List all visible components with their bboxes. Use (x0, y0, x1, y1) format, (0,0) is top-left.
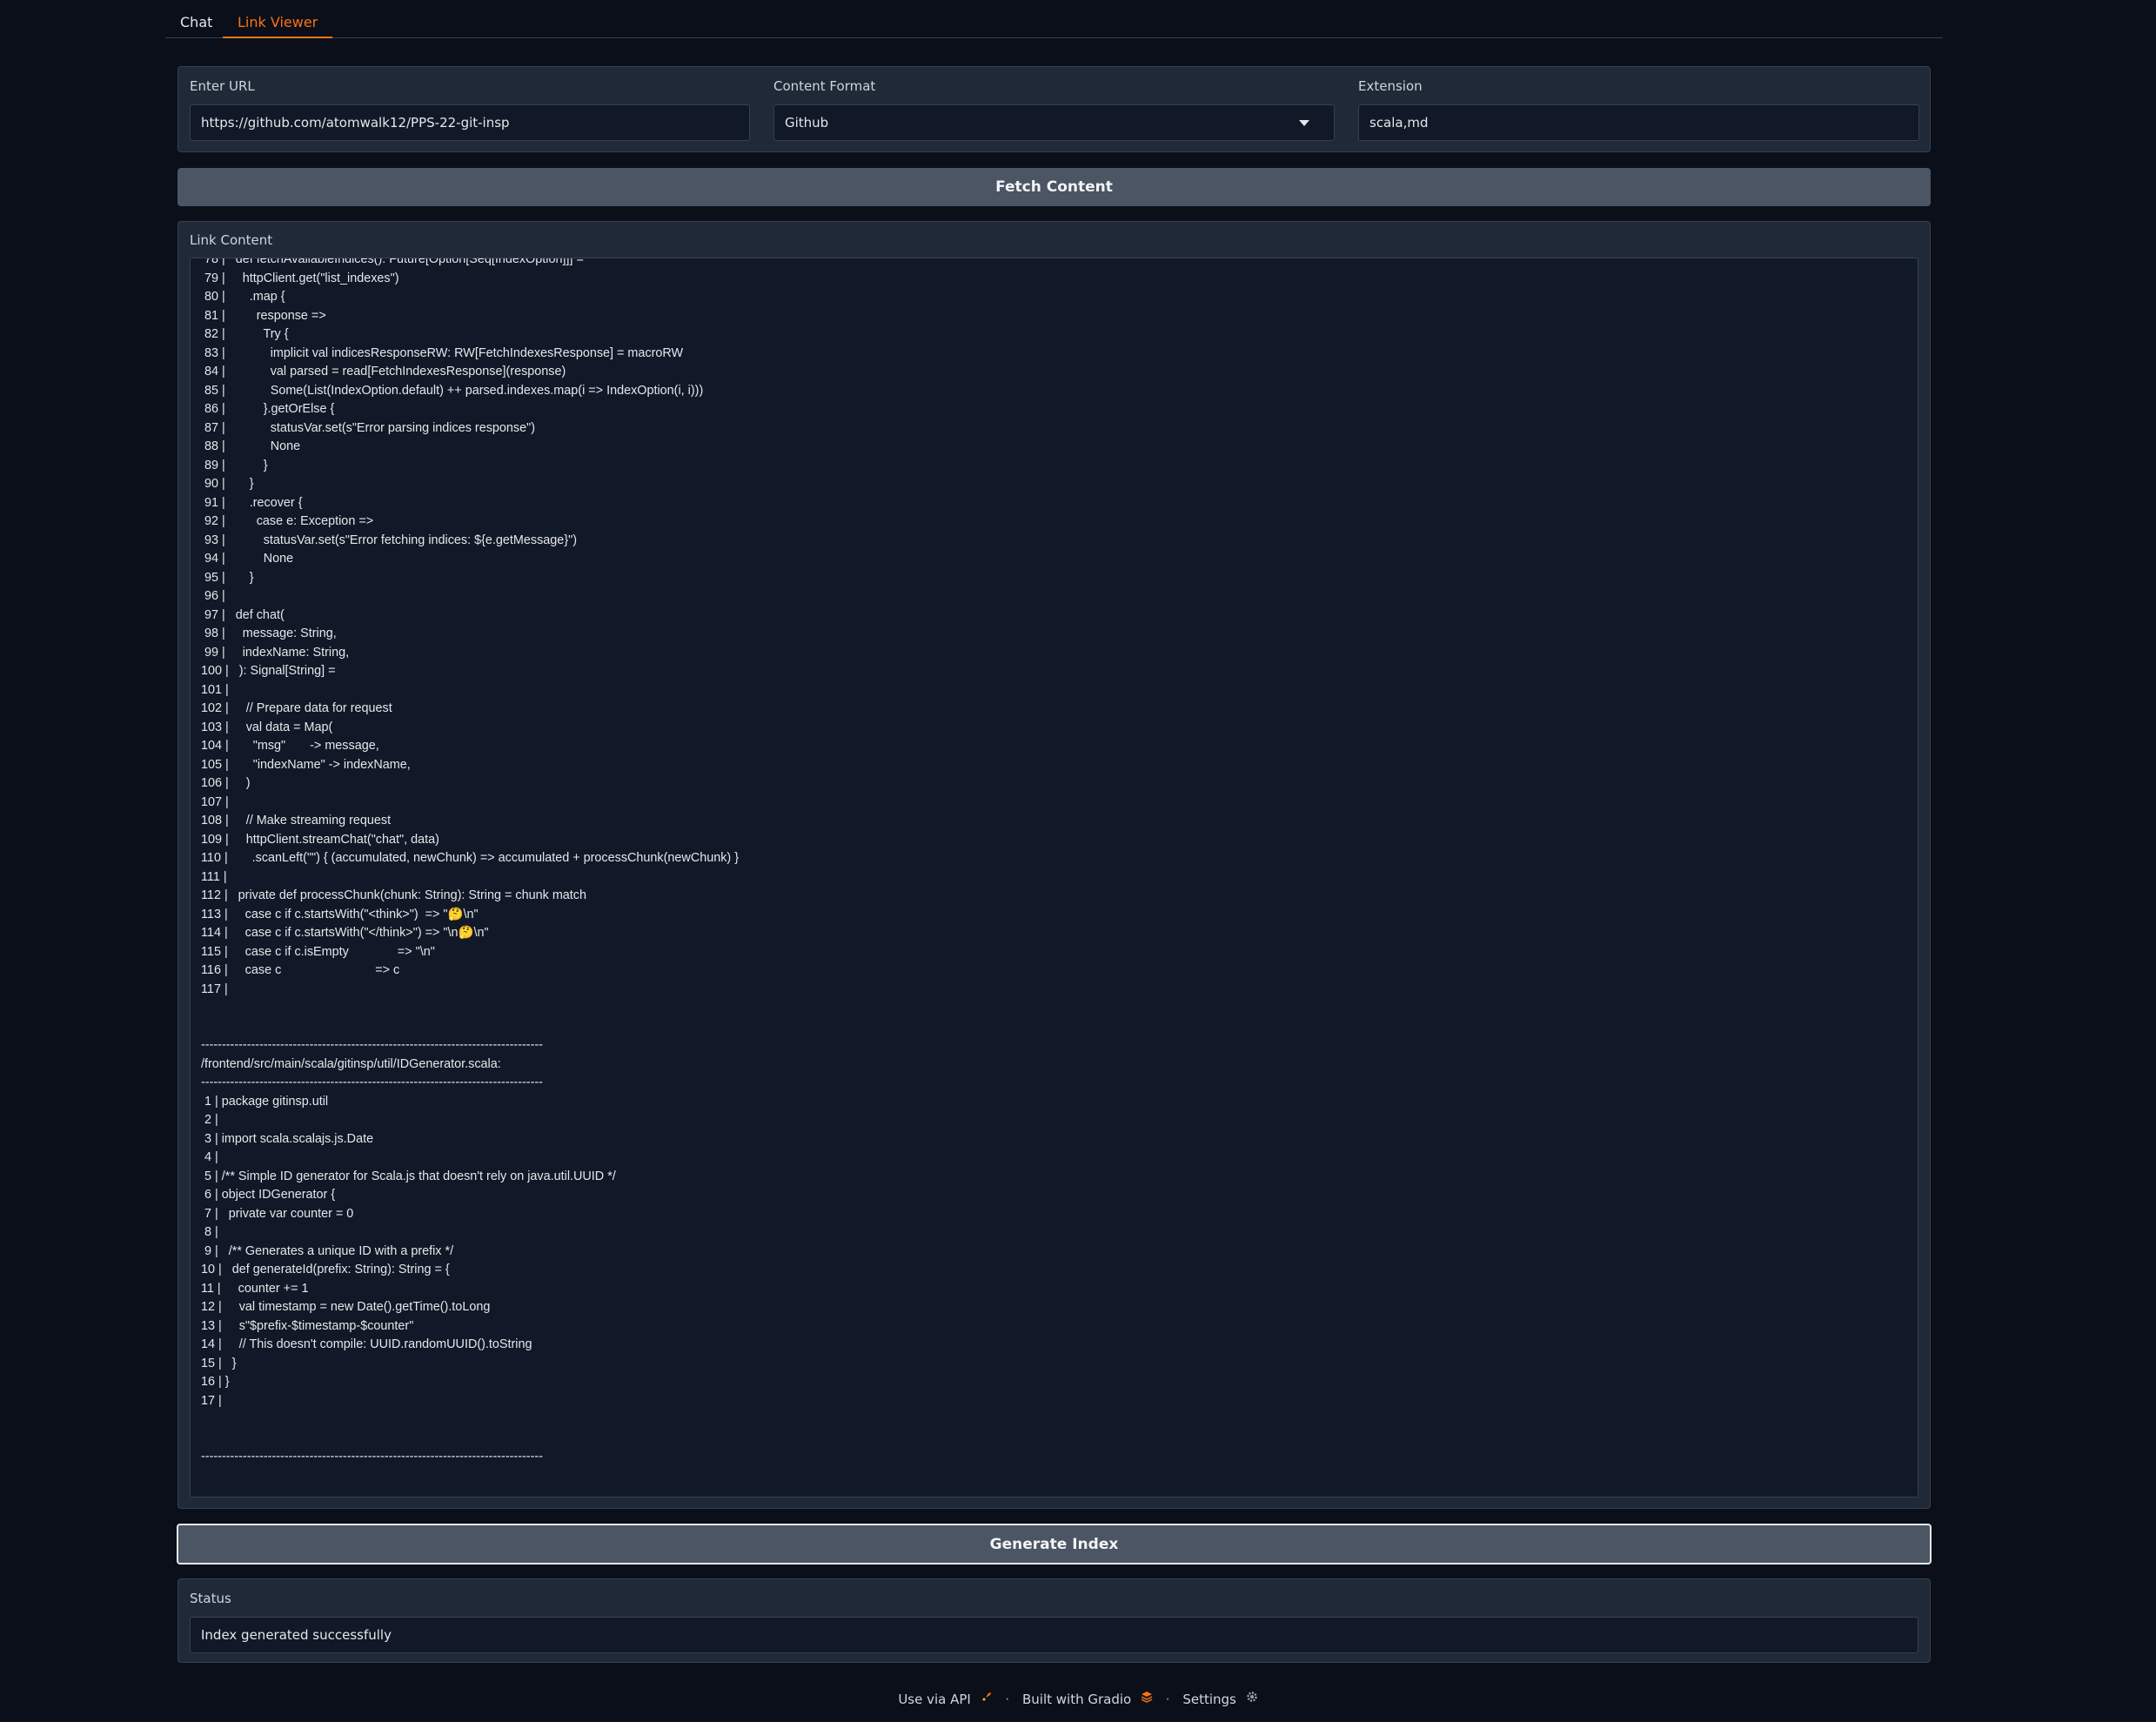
code-line: 114 | case c if c.startsWith("</think>")… (201, 926, 489, 940)
built-with-gradio-link[interactable]: Built with Gradio (1022, 1691, 1153, 1707)
code-line: ----------------------------------------… (201, 1075, 543, 1089)
code-line: 102 | // Prepare data for request (201, 701, 392, 715)
input-row-panel: Enter URL https://github.com/atomwalk12/… (177, 66, 1931, 152)
code-line: 103 | val data = Map( (201, 720, 333, 734)
link-content-textarea[interactable]: 78 | def fetchAvailableIndices(): Future… (190, 258, 1918, 1498)
code-line: ----------------------------------------… (201, 1450, 543, 1464)
code-line: 90 | } (201, 477, 254, 491)
code-line: 84 | val parsed = read[FetchIndexesRespo… (201, 365, 566, 379)
code-line: 105 | "indexName" -> indexName, (201, 757, 411, 772)
tab-bar: Chat Link Viewer (165, 0, 1943, 38)
chevron-down-icon (1299, 120, 1309, 126)
code-line: 10 | def generateId(prefix: String): Str… (201, 1263, 450, 1276)
use-via-api-link[interactable]: Use via API (898, 1691, 992, 1707)
code-line: 91 | .recover { (201, 495, 303, 510)
generate-index-button[interactable]: Generate Index (177, 1524, 1932, 1565)
tab-link-viewer[interactable]: Link Viewer (223, 14, 333, 38)
code-line: 9 | /** Generates a unique ID with a pre… (201, 1243, 454, 1258)
code-line: 79 | httpClient.get("list_indexes") (201, 271, 399, 285)
use-via-api-label: Use via API (898, 1691, 971, 1707)
code-line: 82 | Try { (201, 327, 289, 341)
code-line: 88 | None (201, 439, 301, 453)
settings-link[interactable]: Settings (1182, 1691, 1257, 1707)
code-line: 8 | (201, 1225, 218, 1239)
footer: Use via API · Built with Gradio · Settin… (0, 1691, 2156, 1707)
code-line: 115 | case c if c.isEmpty => "\n" (201, 944, 435, 959)
extension-label: Extension (1358, 78, 1423, 94)
status-output: Index generated successfully (190, 1617, 1918, 1653)
code-line: 116 | case c => c (201, 963, 400, 977)
fetch-content-button[interactable]: Fetch Content (177, 168, 1931, 206)
footer-separator: · (1165, 1691, 1170, 1707)
code-line: ----------------------------------------… (201, 1038, 543, 1052)
settings-label: Settings (1182, 1691, 1236, 1707)
code-line: 101 | (201, 682, 229, 697)
code-lines: 78 | def fetchAvailableIndices(): Future… (201, 258, 739, 1467)
code-line: 98 | message: String, (201, 626, 337, 640)
code-line: 80 | .map { (201, 290, 285, 304)
code-line: 4 | (201, 1150, 218, 1164)
code-line: 16 | } (201, 1375, 230, 1389)
code-line: 1 | package gitinsp.util (201, 1094, 329, 1109)
code-line: 104 | "msg" -> message, (201, 739, 379, 753)
code-line: 87 | statusVar.set(s"Error parsing indic… (201, 420, 535, 435)
code-line: 109 | httpClient.streamChat("chat", data… (201, 832, 439, 847)
gradio-logo-icon (1141, 1692, 1153, 1704)
gear-icon (1246, 1692, 1257, 1702)
code-line: 99 | indexName: String, (201, 645, 350, 660)
format-dropdown[interactable]: Github (773, 104, 1335, 141)
code-line: 7 | private var counter = 0 (201, 1206, 354, 1221)
code-line: 78 | def fetchAvailableIndices(): Future… (201, 258, 584, 266)
status-label: Status (190, 1591, 231, 1606)
footer-separator: · (1005, 1691, 1010, 1707)
code-line: 89 | } (201, 458, 268, 472)
format-selected-value: Github (785, 115, 829, 131)
code-line: 81 | response => (201, 308, 326, 323)
code-line: 107 | (201, 794, 229, 809)
tab-chat[interactable]: Chat (165, 14, 227, 38)
code-line: 17 | (201, 1393, 222, 1408)
code-line: 6 | object IDGenerator { (201, 1188, 336, 1202)
code-line: 3 | import scala.scalajs.js.Date (201, 1131, 374, 1146)
code-line: 113 | case c if c.startsWith("<think>") … (201, 907, 479, 921)
status-panel: Status Index generated successfully (177, 1578, 1931, 1663)
code-line: 12 | val timestamp = new Date().getTime(… (201, 1300, 491, 1314)
code-line: 5 | /** Simple ID generator for Scala.js… (201, 1169, 616, 1183)
code-line: 106 | ) (201, 776, 251, 790)
url-input[interactable]: https://github.com/atomwalk12/PPS-22-git… (190, 104, 750, 141)
code-line: 11 | counter += 1 (201, 1281, 309, 1296)
code-line: 13 | s"$prefix-$timestamp-$counter" (201, 1318, 414, 1333)
code-line: 96 | (201, 589, 225, 603)
code-line: 108 | // Make streaming request (201, 814, 392, 827)
code-line: 111 | (201, 869, 227, 884)
extension-input[interactable]: scala,md (1358, 104, 1919, 141)
code-line: 112 | private def processChunk(chunk: St… (201, 888, 587, 902)
url-label: Enter URL (190, 78, 255, 94)
code-line: 94 | None (201, 552, 294, 566)
code-line: 97 | def chat( (201, 607, 285, 622)
code-line: 110 | .scanLeft("") { (accumulated, newC… (201, 851, 740, 865)
code-line: 86 | }.getOrElse { (201, 402, 335, 416)
code-line: 95 | } (201, 570, 254, 585)
code-line: 117 | (201, 982, 228, 996)
code-line: 14 | // This doesn't compile: UUID.rando… (201, 1337, 532, 1351)
code-line: /frontend/src/main/scala/gitinsp/util/ID… (201, 1056, 501, 1071)
code-line: 85 | Some(List(IndexOption.default) ++ p… (201, 383, 704, 398)
code-line: 93 | statusVar.set(s"Error fetching indi… (201, 533, 578, 547)
code-line: 2 | (201, 1113, 218, 1127)
built-with-gradio-label: Built with Gradio (1021, 1691, 1132, 1707)
link-content-label: Link Content (190, 232, 273, 248)
rocket-icon (982, 1692, 991, 1701)
code-line: 15 | } (201, 1356, 237, 1370)
format-label: Content Format (773, 78, 876, 94)
code-line: 100 | ): Signal[String] = (201, 664, 336, 678)
code-line: 92 | case e: Exception => (201, 514, 374, 528)
code-line: 83 | implicit val indicesResponseRW: RW[… (201, 345, 684, 360)
